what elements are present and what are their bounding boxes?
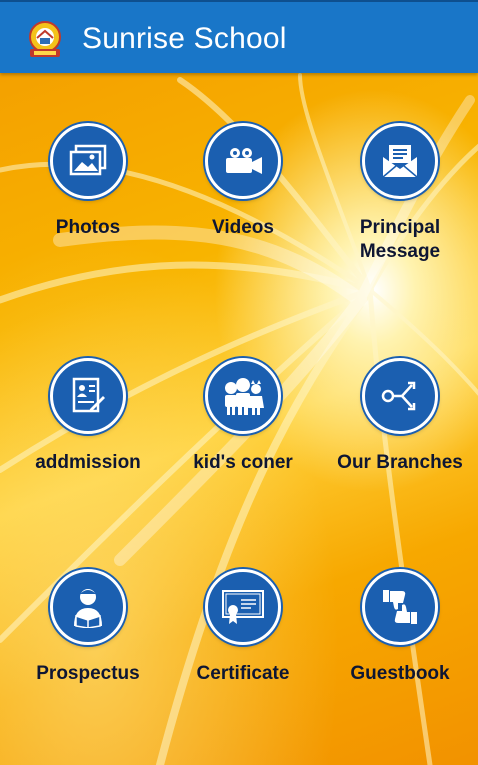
thumbs-up-down-icon [362, 569, 438, 645]
menu-label: Photos [55, 217, 121, 238]
menu-item-videos[interactable]: Videos [165, 123, 321, 240]
menu-item-our-branches[interactable]: Our Branches [322, 358, 478, 475]
menu-label: Principal Message [359, 217, 441, 262]
menu-item-addmission[interactable]: addmission [10, 358, 166, 475]
menu-label: Videos [212, 217, 274, 238]
menu-item-photos[interactable]: Photos [10, 123, 166, 240]
menu-item-guestbook[interactable]: Guestbook [322, 569, 478, 686]
menu-label: Certificate [196, 663, 290, 684]
certificate-icon [205, 569, 281, 645]
menu-label: kid's coner [193, 452, 293, 473]
photo-icon [50, 123, 126, 199]
menu-item-certificate[interactable]: Certificate [165, 569, 321, 686]
share-branches-icon [362, 358, 438, 434]
menu-label: Prospectus [36, 663, 140, 684]
envelope-icon [362, 123, 438, 199]
app-title: Sunrise School [82, 22, 287, 55]
menu-item-kids-coner[interactable]: kid's coner [165, 358, 321, 475]
menu-label: Our Branches [337, 452, 463, 473]
kids-icon [205, 358, 281, 434]
menu-label: Guestbook [350, 663, 450, 684]
menu-item-principal-message[interactable]: Principal Message [322, 123, 478, 264]
video-camera-icon [205, 123, 281, 199]
admission-form-icon [50, 358, 126, 434]
menu-label: addmission [35, 452, 141, 473]
menu-item-prospectus[interactable]: Prospectus [10, 569, 166, 686]
app-bar: Sunrise School [0, 0, 478, 73]
school-crest-logo [24, 21, 66, 59]
reading-person-icon [50, 569, 126, 645]
